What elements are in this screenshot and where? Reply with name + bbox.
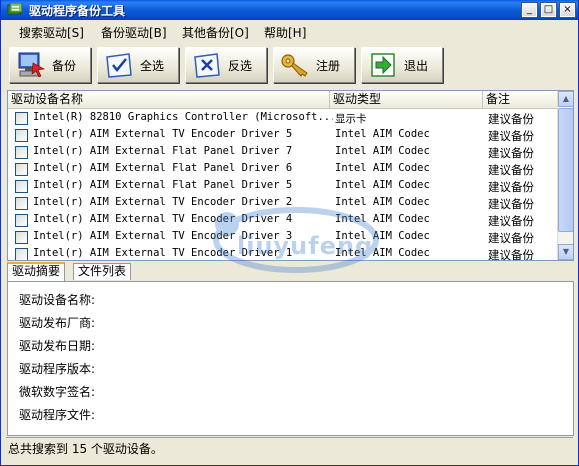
row-note: 建议备份: [488, 112, 534, 126]
exit-button-label: 退出: [404, 58, 429, 73]
backup-button-label: 备份: [52, 58, 77, 73]
table-row[interactable]: Intel(R) 82810 Graphics Controller (Micr…: [8, 110, 558, 127]
status-message: 总共搜索到 15 个驱动设备。: [8, 442, 163, 456]
maximize-button[interactable]: □: [540, 2, 557, 18]
list-header: 驱动设备名称 驱动类型 备注: [8, 91, 573, 109]
column-header-note[interactable]: 备注: [483, 91, 558, 109]
menu-search-drivers[interactable]: 搜索驱动[S]: [19, 24, 84, 41]
select-all-button-label: 全选: [140, 58, 165, 73]
row-checkbox[interactable]: [15, 248, 28, 260]
row-driver-type: Intel AIM Codec: [335, 162, 430, 174]
row-checkbox[interactable]: [15, 197, 28, 210]
tab-file-list[interactable]: 文件列表: [73, 263, 132, 280]
row-driver-type: Intel AIM Codec: [335, 196, 430, 208]
row-device-name: Intel(r) AIM External TV Encoder Driver …: [33, 213, 293, 225]
row-note: 建议备份: [488, 197, 534, 211]
scrollbar-thumb[interactable]: [558, 108, 573, 232]
row-device-name: Intel(r) AIM External Flat Panel Driver …: [33, 162, 293, 174]
row-checkbox[interactable]: [15, 231, 28, 244]
vendor-label: 驱动发布厂商:: [19, 316, 96, 330]
digital-signature-label: 微软数字签名:: [19, 385, 96, 399]
table-row[interactable]: Intel(r) AIM External TV Encoder Driver …: [8, 246, 558, 261]
row-driver-type: Intel AIM Codec: [335, 145, 430, 157]
row-device-name: Intel(r) AIM External TV Encoder Driver …: [33, 230, 293, 242]
row-device-name: Intel(r) AIM External TV Encoder Driver …: [33, 128, 293, 140]
row-note: 建议备份: [488, 231, 534, 245]
device-name-label: 驱动设备名称:: [19, 293, 96, 307]
driver-list[interactable]: 驱动设备名称 驱动类型 备注 Intel(R) 82810 Graphics C…: [7, 90, 574, 261]
row-note: 建议备份: [488, 129, 534, 143]
row-note: 建议备份: [488, 163, 534, 177]
title-bar[interactable]: 驱动程序备份工具 _ □ ×: [1, 0, 578, 20]
table-row[interactable]: Intel(r) AIM External TV Encoder Driver …: [8, 127, 558, 144]
row-note: 建议备份: [488, 146, 534, 160]
row-driver-type: 显示卡: [335, 113, 367, 125]
toolbar: 备份 全选 反选 注册 退出: [1, 42, 578, 88]
row-checkbox[interactable]: [15, 112, 28, 125]
exit-button[interactable]: 退出: [361, 47, 443, 83]
menu-bar: 搜索驱动[S] 备份驱动[B] 其他备份[O] 帮助[H]: [1, 21, 578, 41]
close-button[interactable]: ×: [559, 2, 576, 18]
row-checkbox[interactable]: [15, 163, 28, 176]
register-button[interactable]: 注册: [273, 47, 355, 83]
vertical-scrollbar[interactable]: ▲ ▼: [557, 91, 573, 260]
select-all-icon: [102, 50, 136, 80]
row-checkbox[interactable]: [15, 146, 28, 159]
menu-backup-drivers[interactable]: 备份驱动[B]: [101, 24, 167, 41]
table-row[interactable]: Intel(r) AIM External Flat Panel Driver …: [8, 161, 558, 178]
driver-detail-panel: 驱动设备名称: 驱动发布厂商: 驱动发布日期: 驱动程序版本: 微软数字签名: …: [7, 281, 574, 436]
scroll-down-arrow-icon[interactable]: ▼: [558, 244, 573, 260]
row-checkbox[interactable]: [15, 214, 28, 227]
row-driver-type: Intel AIM Codec: [335, 230, 430, 242]
row-checkbox[interactable]: [15, 180, 28, 193]
table-row[interactable]: Intel(r) AIM External TV Encoder Driver …: [8, 212, 558, 229]
row-device-name: Intel(r) AIM External Flat Panel Driver …: [33, 179, 293, 191]
menu-other-backup[interactable]: 其他备份[O]: [182, 24, 249, 41]
menu-help[interactable]: 帮助[H]: [264, 24, 306, 41]
window-title: 驱动程序备份工具: [29, 4, 126, 18]
backup-button[interactable]: 备份: [9, 47, 91, 83]
table-row[interactable]: Intel(r) AIM External Flat Panel Driver …: [8, 144, 558, 161]
row-device-name: Intel(r) AIM External TV Encoder Driver …: [33, 196, 293, 208]
table-row[interactable]: Intel(r) AIM External Flat Panel Driver …: [8, 178, 558, 195]
driver-version-label: 驱动程序版本:: [19, 362, 96, 376]
scroll-up-arrow-icon[interactable]: ▲: [558, 91, 573, 107]
row-note: 建议备份: [488, 248, 534, 261]
app-icon: [7, 2, 23, 17]
row-note: 建议备份: [488, 180, 534, 194]
status-bar: 总共搜索到 15 个驱动设备。: [6, 437, 573, 456]
row-checkbox[interactable]: [15, 129, 28, 142]
select-all-button[interactable]: 全选: [97, 47, 179, 83]
tab-driver-summary[interactable]: 驱动摘要: [7, 262, 66, 281]
row-driver-type: Intel AIM Codec: [335, 128, 430, 140]
invert-selection-button-label: 反选: [228, 58, 253, 73]
minimize-button[interactable]: _: [521, 2, 538, 18]
column-header-driver-type[interactable]: 驱动类型: [330, 91, 483, 109]
key-icon: [278, 50, 312, 80]
app-window: 驱动程序备份工具 _ □ × 搜索驱动[S] 备份驱动[B] 其他备份[O] 帮…: [0, 0, 579, 466]
row-note: 建议备份: [488, 214, 534, 228]
row-device-name: Intel(r) AIM External TV Encoder Driver …: [33, 247, 293, 259]
row-device-name: Intel(R) 82810 Graphics Controller (Micr…: [33, 111, 333, 123]
column-header-device-name[interactable]: 驱动设备名称: [8, 91, 330, 109]
invert-selection-button[interactable]: 反选: [185, 47, 267, 83]
row-driver-type: Intel AIM Codec: [335, 247, 430, 259]
row-driver-type: Intel AIM Codec: [335, 179, 430, 191]
row-device-name: Intel(r) AIM External Flat Panel Driver …: [33, 145, 293, 157]
backup-icon: [14, 50, 48, 80]
invert-selection-icon: [190, 50, 224, 80]
row-driver-type: Intel AIM Codec: [335, 213, 430, 225]
driver-file-label: 驱动程序文件:: [19, 408, 96, 422]
register-button-label: 注册: [316, 58, 341, 73]
table-row[interactable]: Intel(r) AIM External TV Encoder Driver …: [8, 195, 558, 212]
table-row[interactable]: Intel(r) AIM External TV Encoder Driver …: [8, 229, 558, 246]
release-date-label: 驱动发布日期:: [19, 339, 96, 353]
exit-icon: [366, 50, 400, 80]
